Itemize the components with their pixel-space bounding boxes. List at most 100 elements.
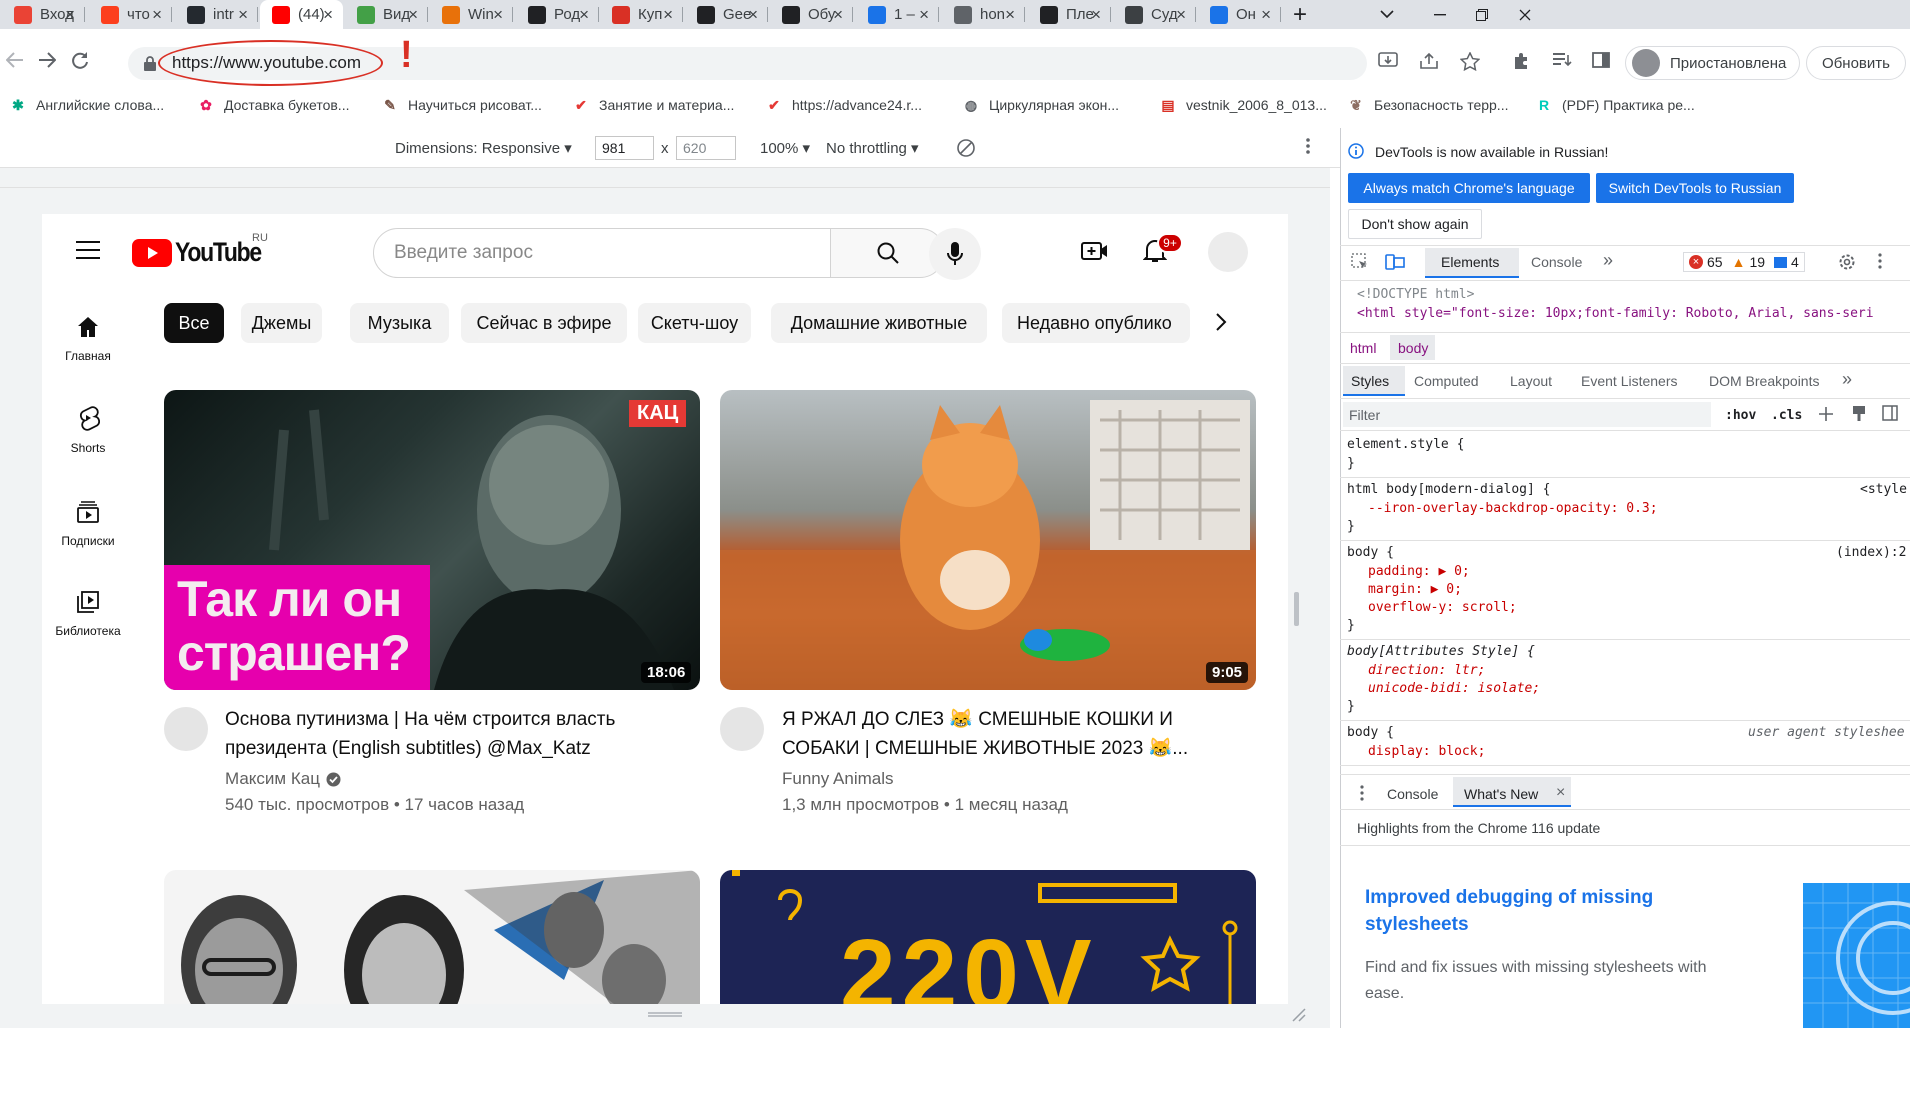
bookmark-item[interactable]: ✱ Английские слова... [10,97,164,114]
sidebar-toggle-icon[interactable] [1882,405,1898,421]
close-icon[interactable]: × [833,5,843,25]
devtools-menu-icon[interactable] [1878,253,1882,269]
avatar[interactable] [1208,232,1248,272]
video-thumbnail[interactable] [164,870,700,1004]
switch-russian-button[interactable]: Switch DevTools to Russian [1596,173,1794,203]
channel-name[interactable]: Максим Кац [225,769,341,789]
reload-button[interactable] [72,52,89,69]
search-button[interactable] [830,228,945,278]
tab-search-button[interactable] [1370,0,1404,29]
filter-chip[interactable]: Сейчас в эфире [461,303,627,343]
close-icon[interactable]: × [323,5,333,25]
css-declaration[interactable]: padding: ▶ 0; [1368,564,1470,579]
color-format-icon[interactable] [1851,405,1867,423]
tab-5[interactable]: Вид × [345,0,428,29]
bookmark-item[interactable]: ✎ Научиться рисоват... [382,97,542,114]
css-declaration[interactable]: display: block; [1368,744,1485,759]
voice-search-button[interactable] [929,228,981,280]
close-icon[interactable]: × [1556,784,1565,802]
styles-filter-input[interactable]: Filter [1343,402,1711,427]
css-rule-selector[interactable]: body[Attributes Style] { [1347,644,1535,659]
close-icon[interactable]: × [1176,5,1186,25]
tab-event-listeners[interactable]: Event Listeners [1581,373,1678,389]
tab-elements[interactable]: Elements [1441,254,1499,270]
tab-3[interactable]: intr × [175,0,258,29]
tab-6[interactable]: Win × [430,0,513,29]
create-video-button[interactable] [1081,240,1109,262]
bookmark-item[interactable]: ✔ https://advance24.r... [766,97,922,114]
tab-computed[interactable]: Computed [1414,373,1479,389]
css-declaration[interactable]: --iron-overlay-backdrop-opacity: 0.3; [1368,501,1658,516]
menu-button[interactable] [76,241,100,259]
whats-new-title[interactable]: Improved debugging of missing stylesheet… [1365,884,1653,938]
channel-name[interactable]: Funny Animals [782,769,894,789]
video-title[interactable]: Основа путинизма | На чём строится власт… [225,705,615,763]
css-rule-source[interactable]: user agent styleshee [1748,725,1905,740]
cls-toggle[interactable]: .cls [1771,408,1802,423]
dimensions-dropdown[interactable]: Dimensions: Responsive ▾ [395,139,572,157]
back-button[interactable] [6,52,24,68]
close-icon[interactable]: × [1261,5,1271,25]
close-icon[interactable]: × [748,5,758,25]
css-rule-selector[interactable]: html body[modern-dialog] { [1347,482,1551,497]
forward-button[interactable] [38,52,56,68]
css-declaration[interactable]: direction: ltr; [1368,663,1485,678]
css-rule-source[interactable]: <style [1860,482,1907,497]
share-icon[interactable] [1419,52,1439,70]
video-thumbnail[interactable] [720,390,1256,690]
width-input[interactable]: 981 [595,136,654,160]
breadcrumb-html[interactable]: html [1350,340,1376,356]
profile-button[interactable]: Приостановлена [1625,46,1800,80]
filter-chip[interactable]: Скетч-шоу [638,303,751,343]
rotate-icon[interactable] [955,137,977,159]
css-rule-source[interactable]: (index):2 [1836,545,1906,560]
tab-styles[interactable]: Styles [1351,373,1389,389]
sidebar-item-shorts[interactable]: Shorts [47,405,129,455]
drawer-tab-console[interactable]: Console [1387,786,1438,802]
css-rule-selector[interactable]: element.style { [1347,437,1464,452]
bookmark-item[interactable]: ◍ Циркулярная экон... [963,97,1119,114]
tab-1[interactable]: Вход × [2,0,85,29]
sidebar-item-subscriptions[interactable]: Подписки [47,500,129,548]
css-declaration[interactable]: margin: ▶ 0; [1368,582,1462,597]
drawer-menu-icon[interactable] [1360,785,1364,801]
bookmark-star-icon[interactable] [1460,52,1480,71]
bookmark-item[interactable]: ❦ Безопасность терр... [1348,97,1508,114]
tab-10[interactable]: Обу × [770,0,853,29]
tab-11[interactable]: 1 – × [856,0,939,29]
dont-show-again-button[interactable]: Don't show again [1348,209,1482,239]
hov-toggle[interactable]: :hov [1725,408,1756,423]
resize-handle-right[interactable] [1294,592,1299,626]
filter-chip[interactable]: Домашние животные [771,303,987,343]
video-thumbnail[interactable]: 220V [720,870,1256,1004]
bookmark-item[interactable]: ✔ Занятие и материа... [573,97,734,114]
tab-4[interactable]: (44) × [260,0,343,29]
channel-avatar[interactable] [720,707,764,751]
filter-chip[interactable]: Джемы [241,303,322,343]
bookmark-item[interactable]: R (PDF) Практика ре... [1536,97,1695,113]
css-rule-selector[interactable]: body { [1347,545,1394,560]
close-icon[interactable]: × [238,5,248,25]
filter-chip[interactable]: Все [164,303,224,343]
tab-7[interactable]: Род × [516,0,599,29]
lock-icon[interactable] [144,56,156,71]
tab-12[interactable]: hon × [942,0,1025,29]
new-rule-icon[interactable] [1818,406,1834,422]
extensions-icon[interactable] [1512,52,1530,70]
tab-console[interactable]: Console [1531,254,1582,270]
zoom-dropdown[interactable]: 100% ▾ [760,139,810,157]
css-declaration[interactable]: unicode-bidi: isolate; [1368,681,1540,696]
css-rule-selector[interactable]: body { [1347,725,1394,740]
inspect-element-icon[interactable] [1351,253,1369,271]
sidebar-item-home[interactable]: Главная [47,315,129,363]
close-icon[interactable]: × [919,5,929,25]
more-options-icon[interactable] [1306,138,1310,154]
tab-15[interactable]: Он × [1198,0,1281,29]
close-icon[interactable]: × [65,5,75,25]
tab-14[interactable]: Суд × [1113,0,1196,29]
dom-doctype[interactable]: <!DOCTYPE html> [1357,287,1474,302]
resize-corner-icon[interactable] [1290,1006,1306,1022]
channel-avatar[interactable] [164,707,208,751]
close-icon[interactable]: × [1005,5,1015,25]
update-button[interactable]: Обновить [1806,46,1906,80]
